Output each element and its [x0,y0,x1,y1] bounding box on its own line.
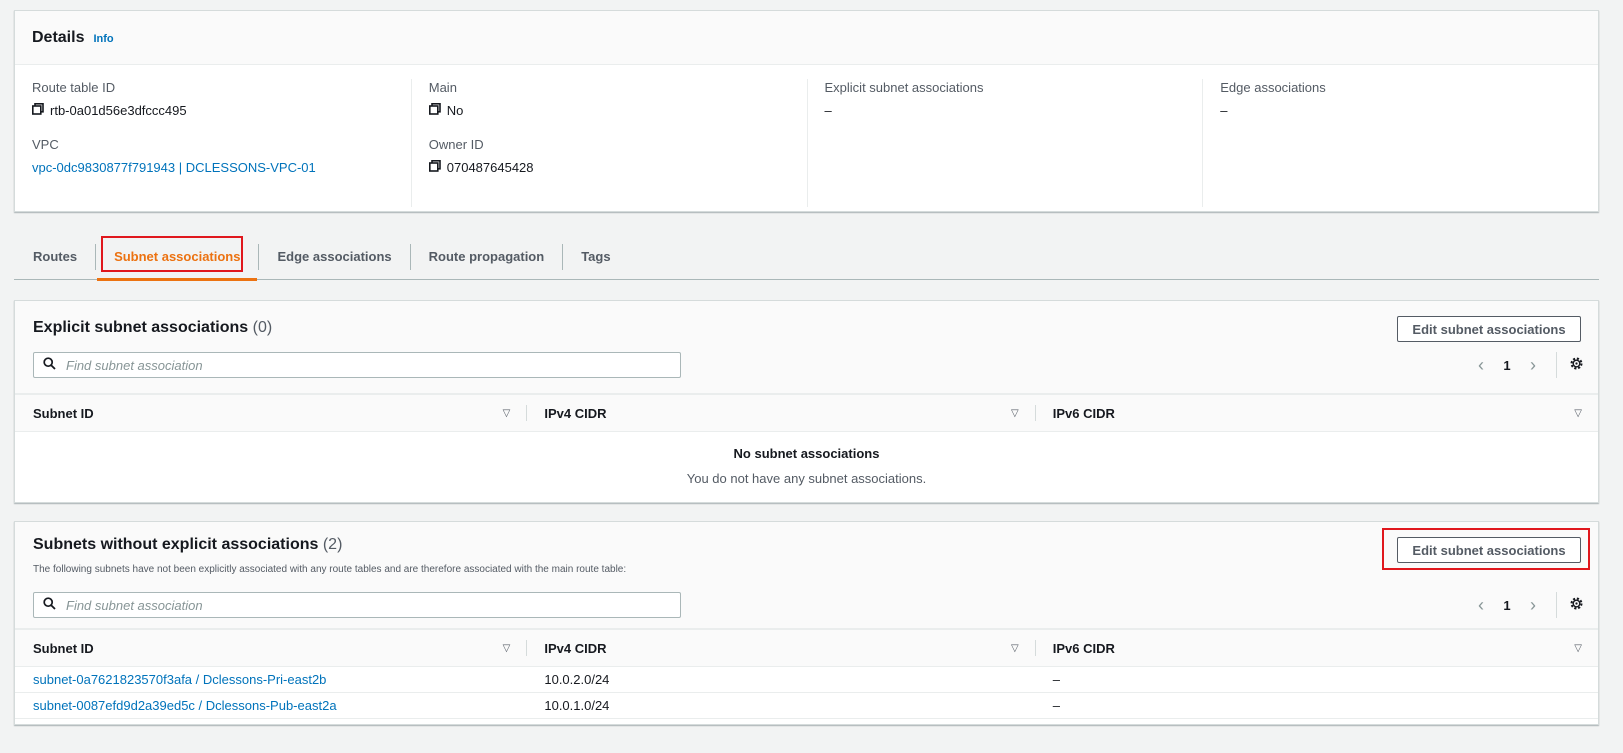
explicit-panel-title: Explicit subnet associations (0) [33,319,272,337]
ipv4-cell: 10.0.2.0/24 [544,672,610,687]
empty-state-text: You do not have any subnet associations. [686,471,927,486]
explicit-search-box[interactable] [33,352,681,378]
column-header-ipv4-cidr[interactable]: IPv4 CIDR ▽ [526,395,1034,431]
search-icon [43,597,56,613]
route-table-id-field: Route table ID rtb-0a01d56e3dfccc495 [32,79,411,120]
without-search-input[interactable] [64,596,624,614]
column-header-subnet-id[interactable]: Subnet ID ▽ [15,630,526,666]
ipv6-cell: – [1052,698,1060,713]
copy-icon[interactable] [32,102,44,120]
explicit-search-input[interactable] [64,356,624,374]
tab-bar: Routes Subnet associations Edge associat… [14,234,1599,281]
chevron-left-icon[interactable]: ‹ [1468,355,1494,376]
explicit-associations-value: – [824,103,832,118]
edge-associations-label: Edge associations [1220,80,1326,95]
without-count: (2) [322,536,343,553]
main-value: No [446,103,464,118]
pager-divider [1556,592,1557,618]
ipv4-cell: 10.0.1.0/24 [544,698,610,713]
details-grid: Route table ID rtb-0a01d56e3dfccc495 VPC… [15,65,1598,207]
owner-id-label: Owner ID [428,137,484,152]
tab-routes[interactable]: Routes [14,244,95,270]
table-row: subnet-0a7621823570f3afa / Dclessons-Pri… [15,667,1598,693]
column-header-subnet-id[interactable]: Subnet ID ▽ [15,395,526,431]
details-panel: Details Info Route table ID rtb-0a01d56e… [14,10,1599,212]
main-label: Main [428,80,457,95]
empty-state: No subnet associations You do not have a… [15,432,1598,502]
route-table-id-label: Route table ID [32,80,116,95]
edit-subnet-associations-button[interactable]: Edit subnet associations [1397,537,1581,563]
column-header-ipv6-cidr[interactable]: IPv6 CIDR ▽ [1034,395,1598,431]
owner-id-field: Owner ID 070487645428 [429,136,807,177]
tab-route-propagation[interactable]: Route propagation [411,244,563,270]
edit-subnet-associations-button[interactable]: Edit subnet associations [1397,316,1581,342]
main-field: Main No [429,79,807,120]
without-table-header: Subnet ID ▽ IPv4 CIDR ▽ IPv6 CIDR ▽ [15,629,1598,667]
sort-caret-icon[interactable]: ▽ [1011,408,1019,419]
details-column-3: Explicit subnet associations – [806,79,1203,207]
vpc-label: VPC [32,137,59,152]
sort-caret-icon[interactable]: ▽ [1574,643,1582,654]
without-pagination: ‹ 1 › [1468,592,1584,618]
sort-caret-icon[interactable]: ▽ [503,408,511,419]
ipv6-cell: – [1052,672,1060,687]
explicit-count: (0) [252,319,273,336]
table-row: subnet-0087efd9d2a39ed5c / Dclessons-Pub… [15,693,1598,719]
edge-associations-field: Edge associations – [1220,79,1598,120]
sort-caret-icon[interactable]: ▽ [1011,643,1019,654]
without-panel-title: Subnets without explicit associations (2… [33,536,342,554]
explicit-panel-header: Explicit subnet associations (0) Edit su… [15,301,1598,394]
vpc-link[interactable]: vpc-0dc9830877f791943 | DCLESSONS-VPC-01 [32,159,316,177]
subnet-link[interactable]: subnet-0087efd9d2a39ed5c / Dclessons-Pub… [33,698,337,713]
tab-subnet-associations[interactable]: Subnet associations [96,244,258,281]
details-column-4: Edge associations – [1202,79,1598,207]
column-header-ipv6-cidr[interactable]: IPv6 CIDR ▽ [1034,630,1598,666]
route-table-id-value: rtb-0a01d56e3dfccc495 [50,103,187,118]
empty-state-title: No subnet associations [733,446,880,461]
details-header: Details Info [15,11,1598,65]
tab-edge-associations[interactable]: Edge associations [259,244,409,270]
explicit-associations-label: Explicit subnet associations [824,80,984,95]
owner-id-value: 070487645428 [446,160,534,175]
edge-associations-value: – [1220,103,1228,118]
explicit-pagination: ‹ 1 › [1468,352,1584,378]
chevron-right-icon[interactable]: › [1520,595,1546,616]
chevron-right-icon[interactable]: › [1520,355,1546,376]
page-number[interactable]: 1 [1494,358,1520,373]
subnet-link[interactable]: subnet-0a7621823570f3afa / Dclessons-Pri… [33,672,326,687]
without-title-text: Subnets without explicit associations [33,536,319,553]
gear-icon[interactable] [1569,356,1584,374]
without-panel-description: The following subnets have not been expl… [33,564,627,575]
details-column-1: Route table ID rtb-0a01d56e3dfccc495 VPC… [15,79,411,207]
copy-icon[interactable] [428,102,441,120]
copy-icon[interactable] [428,159,441,177]
subnets-without-explicit-panel: Subnets without explicit associations (2… [14,521,1599,725]
sort-caret-icon[interactable]: ▽ [1574,408,1582,419]
vpc-field: VPC vpc-0dc9830877f791943 | DCLESSONS-VP… [32,136,411,177]
explicit-associations-panel: Explicit subnet associations (0) Edit su… [14,300,1599,503]
page-number[interactable]: 1 [1494,598,1520,613]
tab-tags[interactable]: Tags [563,244,628,270]
without-panel-header: Subnets without explicit associations (2… [15,522,1598,629]
chevron-left-icon[interactable]: ‹ [1468,595,1494,616]
sort-caret-icon[interactable]: ▽ [503,643,511,654]
info-link[interactable]: Info [93,33,113,45]
gear-icon[interactable] [1569,596,1584,614]
explicit-associations-field: Explicit subnet associations – [825,79,1203,120]
search-icon [43,357,56,373]
column-header-ipv4-cidr[interactable]: IPv4 CIDR ▽ [526,630,1034,666]
details-column-2: Main No Owner ID 070487645428 [410,79,807,207]
without-search-box[interactable] [33,592,681,618]
route-table-page: Details Info Route table ID rtb-0a01d56e… [0,0,1623,753]
pager-divider [1556,352,1557,378]
explicit-table-header: Subnet ID ▽ IPv4 CIDR ▽ IPv6 CIDR ▽ [15,394,1598,432]
explicit-title-text: Explicit subnet associations [33,319,249,336]
details-title: Details [32,28,85,46]
